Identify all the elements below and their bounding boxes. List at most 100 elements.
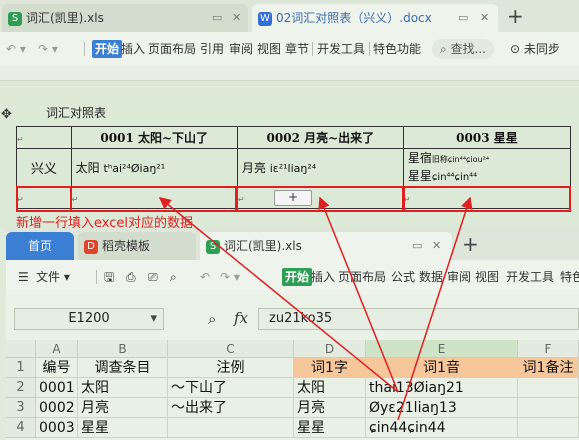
ipa-text: iɛ²¹liaŋ²⁴	[269, 162, 317, 175]
print-icon[interactable]: ⎚	[148, 260, 158, 294]
header-cell[interactable]: 0003 星星	[402, 126, 572, 149]
data-cell[interactable]: 星宿旧称ɕin⁴⁴ɕiou²⁴ 星星ɕin⁴⁴ɕin⁴⁴	[402, 148, 572, 187]
table-cell[interactable]: 星星	[78, 418, 168, 438]
table-cell[interactable]: thai13Øiaŋ21	[366, 378, 518, 398]
data-cell[interactable]: 月亮 iɛ²¹liaŋ²⁴	[236, 148, 404, 187]
word-toolbar: ↶ ▾ ↷ ▾ 开始 插入 页面布局 引用 审阅 视图 章节 开发工具 特色功能…	[0, 32, 579, 67]
name-box[interactable]: E1200 ▾	[14, 308, 164, 330]
window-icon[interactable]: ▭	[458, 4, 468, 32]
table-cell[interactable]: 月亮	[294, 398, 366, 418]
menu-developer[interactable]: 开发工具	[317, 32, 365, 66]
table-cell[interactable]: ～下山了	[168, 378, 294, 398]
table-cell[interactable]	[518, 378, 579, 398]
spreadsheet-grid[interactable]: A B C D E F 1 编号 调查条目 注例 词1字 词1音 词1备注 2 …	[6, 340, 579, 440]
table-cell[interactable]: 太阳	[78, 378, 168, 398]
menu-formulas[interactable]: 公式	[391, 260, 415, 294]
header-cell[interactable]: 0001 太阳~下山了	[70, 126, 238, 149]
close-icon[interactable]: ✕	[232, 4, 241, 32]
menu-icon[interactable]: ☰	[18, 260, 29, 294]
add-row-button[interactable]: +	[274, 190, 312, 206]
header-cell[interactable]: 0002 月亮~出来了	[236, 126, 404, 149]
close-icon[interactable]: ✕	[432, 232, 441, 260]
close-icon[interactable]: ✕	[480, 4, 489, 32]
table-move-icon[interactable]: ✥	[1, 108, 15, 122]
menu-insert[interactable]: 插入	[311, 260, 335, 294]
menu-developer[interactable]: 开发工具	[506, 260, 554, 294]
row-header[interactable]: 4	[6, 418, 36, 438]
tab-excel-file[interactable]: S 词汇(凯里).xls ▭ ✕	[2, 4, 248, 32]
undo-icon[interactable]: ↶	[200, 260, 210, 294]
table-cell[interactable]: 0002	[36, 398, 78, 418]
new-tab-icon[interactable]: +	[507, 2, 524, 30]
sync-label: 未同步	[523, 42, 560, 56]
select-all-corner[interactable]	[6, 340, 36, 358]
row-header[interactable]: 1	[6, 358, 36, 378]
table-cell[interactable]: 词1字	[294, 358, 366, 378]
table-cell[interactable]	[518, 418, 579, 438]
table-cell[interactable]: 星星	[294, 418, 366, 438]
sync-status[interactable]: ⊙ 未同步	[510, 32, 560, 66]
fx-icon[interactable]: fx	[234, 309, 248, 327]
ruler[interactable]	[0, 66, 579, 81]
new-tab-icon[interactable]: +	[462, 230, 479, 258]
data-cell[interactable]: 太阳 tʰai²⁴Øiaŋ²¹	[70, 148, 238, 187]
table-cell[interactable]: 调查条目	[78, 358, 168, 378]
table-cell[interactable]: 词1音	[366, 358, 518, 378]
tab-templates[interactable]: D 稻壳模板	[78, 232, 196, 260]
column-header[interactable]: F	[518, 340, 579, 358]
tab-home[interactable]: 首页	[6, 232, 74, 260]
menu-data[interactable]: 数据	[419, 260, 443, 294]
menu-chapter[interactable]: 章节	[285, 32, 309, 66]
start-tab[interactable]: 开始	[282, 268, 313, 286]
search-box[interactable]: ⌕ 查找...	[432, 39, 494, 59]
file-menu[interactable]: 文件 ▾	[36, 260, 70, 294]
excel-tab-bar: 首页 D 稻壳模板 S 词汇(凯里).xls ▭ ✕ +	[6, 228, 579, 260]
formula-input[interactable]: zu21ko35	[258, 308, 579, 330]
menu-features[interactable]: 特色	[560, 260, 579, 294]
table-corner-cell[interactable]: ↵	[16, 126, 72, 149]
menu-view[interactable]: 视图	[257, 32, 281, 66]
table-cell[interactable]: 注例	[168, 358, 294, 378]
menu-review[interactable]: 审阅	[229, 32, 253, 66]
column-header[interactable]: D	[294, 340, 366, 358]
table-cell[interactable]: 0003	[36, 418, 78, 438]
table-cell[interactable]: 0001	[36, 378, 78, 398]
tab-label: 词汇(凯里).xls	[224, 239, 302, 253]
column-header[interactable]: A	[36, 340, 78, 358]
table-cell[interactable]: ɕin44ɕin44	[366, 418, 518, 438]
menu-page-layout[interactable]: 页面布局	[338, 260, 386, 294]
redo-icon[interactable]: ↷ ▾	[38, 32, 58, 66]
table-cell[interactable]: Øyɛ21liaŋ13	[366, 398, 518, 418]
menu-references[interactable]: 引用	[200, 32, 224, 66]
row-label-cell[interactable]: 兴义	[16, 148, 72, 187]
window-icon[interactable]: ▭	[212, 4, 222, 32]
redo-icon[interactable]: ↷ ▾	[220, 260, 240, 294]
table-cell[interactable]: 月亮	[78, 398, 168, 418]
menu-page-layout[interactable]: 页面布局	[148, 32, 196, 66]
tab-excel-file[interactable]: S 词汇(凯里).xls ▭ ✕	[200, 232, 452, 260]
preview-icon[interactable]: ⌕	[170, 260, 177, 294]
save-icon[interactable]: 🖫	[104, 260, 114, 294]
export-icon[interactable]: ⎙	[126, 260, 136, 294]
table-cell[interactable]	[518, 398, 579, 418]
column-header[interactable]: B	[78, 340, 168, 358]
start-tab[interactable]: 开始	[92, 40, 123, 58]
table-cell[interactable]	[168, 418, 294, 438]
chevron-down-icon[interactable]: ▾	[150, 309, 157, 329]
table-cell[interactable]: 太阳	[294, 378, 366, 398]
menu-view[interactable]: 视图	[475, 260, 499, 294]
column-header[interactable]: E	[366, 340, 518, 358]
menu-review[interactable]: 审阅	[447, 260, 471, 294]
window-icon[interactable]: ▭	[412, 232, 422, 260]
menu-insert[interactable]: 插入	[121, 32, 145, 66]
table-cell[interactable]: ～出来了	[168, 398, 294, 418]
row-header[interactable]: 2	[6, 378, 36, 398]
menu-features[interactable]: 特色功能	[373, 32, 421, 66]
zoom-icon[interactable]: ⌕	[208, 310, 216, 328]
table-cell[interactable]: 编号	[36, 358, 78, 378]
table-cell[interactable]: 词1备注	[518, 358, 579, 378]
row-header[interactable]: 3	[6, 398, 36, 418]
tab-word-file[interactable]: W 02词汇对照表（兴义）.docx ▭ ✕	[252, 4, 498, 32]
column-header[interactable]: C	[168, 340, 294, 358]
undo-icon[interactable]: ↶ ▾	[6, 32, 26, 66]
